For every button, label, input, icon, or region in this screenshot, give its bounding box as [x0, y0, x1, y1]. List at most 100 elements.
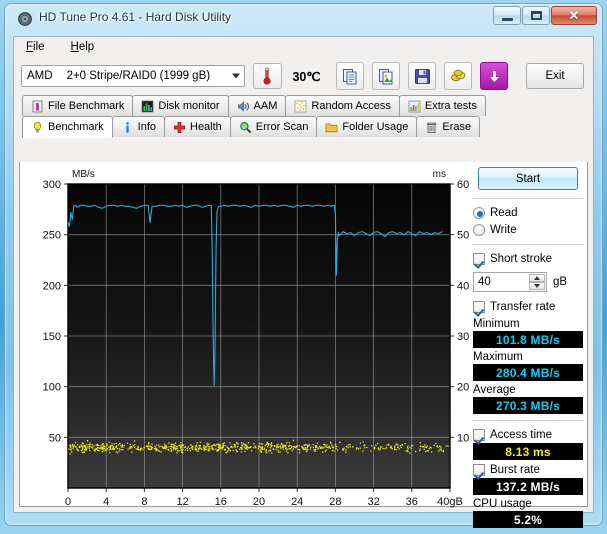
short-stroke-stepper[interactable] — [529, 274, 545, 290]
checkbox-access-time-label: Access time — [490, 428, 552, 441]
temperature-button[interactable] — [252, 63, 283, 89]
close-icon: ✕ — [568, 7, 580, 23]
save-button[interactable] — [408, 62, 437, 90]
divider — [473, 420, 583, 421]
tab-aam[interactable]: AAM — [227, 95, 287, 116]
tab-info[interactable]: Info — [111, 116, 165, 137]
close-button[interactable]: ✕ — [551, 6, 597, 25]
start-button[interactable]: Start — [478, 167, 578, 190]
tab-label: AAM — [253, 100, 278, 112]
panel-content: MB/s ms 50 100 150 200 250 300 10 20 30 40 50 60 0 4 8 12… — [20, 162, 587, 528]
download-button[interactable] — [480, 62, 509, 90]
client-area: File Help AMD 2+0 Stripe/RAID0 (1999 gB) — [13, 36, 594, 528]
toolbar: AMD 2+0 Stripe/RAID0 (1999 gB) 30℃ Exit — [14, 57, 593, 95]
tab-file-benchmark[interactable]: File Benchmark — [22, 95, 134, 116]
divider — [473, 198, 583, 199]
window-title: HD Tune Pro 4.61 - Hard Disk Utility — [39, 10, 232, 24]
drive-name: 2+0 Stripe/RAID0 (1999 gB) — [66, 70, 211, 82]
tab-extra-tests[interactable]: Extra tests — [398, 95, 486, 116]
app-icon — [17, 11, 33, 27]
drive-maker: AMD — [27, 70, 53, 82]
error-scan-magnifier-icon — [239, 121, 252, 134]
tab-benchmark[interactable]: Benchmark — [22, 116, 113, 138]
copy-image-icon — [378, 68, 393, 84]
menu-bar: File Help — [14, 37, 593, 57]
tab-random-access[interactable]: Random Access — [285, 95, 400, 116]
burst-rate-value: 137.2 MB/s — [473, 478, 583, 495]
random-access-icon — [294, 100, 307, 113]
copy-image-button[interactable] — [372, 62, 401, 90]
checkbox-short-stroke[interactable]: Short stroke — [473, 250, 583, 267]
desktop-background: HD Tune Pro 4.61 - Hard Disk Utility ✕ F… — [0, 0, 607, 534]
checkbox-short-stroke-icon — [473, 252, 485, 265]
checkbox-access-time[interactable]: Access time — [473, 426, 583, 443]
checkbox-transfer-rate-icon — [473, 300, 485, 313]
stepper-down[interactable] — [529, 282, 545, 290]
tab-erase[interactable]: Erase — [416, 116, 481, 137]
tab-folder-usage[interactable]: Folder Usage — [316, 116, 418, 137]
svg-text:12: 12 — [176, 496, 188, 508]
svg-text:32: 32 — [367, 496, 379, 508]
disk-monitor-icon — [141, 100, 154, 113]
svg-text:250: 250 — [43, 230, 61, 242]
svg-text:16: 16 — [215, 496, 227, 508]
tab-label: Folder Usage — [342, 121, 409, 133]
tab-label: Erase — [442, 121, 472, 133]
tab-health[interactable]: Health — [164, 116, 231, 137]
maximum-label: Maximum — [473, 351, 523, 363]
info-icon — [121, 121, 134, 134]
checkbox-short-stroke-label: Short stroke — [490, 252, 552, 265]
tab-error-scan[interactable]: Error Scan — [229, 116, 318, 137]
checkbox-burst-rate[interactable]: Burst rate — [473, 461, 583, 478]
svg-text:24: 24 — [291, 496, 303, 508]
radio-read[interactable]: Read — [473, 204, 583, 221]
average-label: Average — [473, 384, 516, 396]
radio-read-icon — [473, 206, 485, 219]
radio-write-icon — [473, 223, 485, 236]
tab-strip: File Benchmark Disk monitor AAM Random A… — [14, 95, 593, 139]
window-frame: HD Tune Pro 4.61 - Hard Disk Utility ✕ F… — [4, 3, 603, 528]
menu-file-label-rest: ile — [33, 41, 45, 53]
radio-write[interactable]: Write — [473, 221, 583, 238]
minimize-button[interactable] — [493, 6, 521, 25]
average-value: 270.3 MB/s — [473, 397, 583, 414]
benchmark-controls: Start Read Write Short stroke 40 gB Tran… — [473, 167, 583, 529]
tab-label: Benchmark — [48, 121, 104, 133]
menu-file[interactable]: File — [22, 40, 49, 57]
short-stroke-input[interactable]: 40 — [473, 272, 547, 292]
drive-selector[interactable]: AMD 2+0 Stripe/RAID0 (1999 gB) — [21, 65, 245, 87]
minimize-icon — [501, 17, 513, 21]
svg-text:40: 40 — [457, 280, 469, 292]
svg-text:MB/s: MB/s — [72, 169, 95, 180]
extra-tests-icon — [408, 100, 421, 113]
checkbox-transfer-rate[interactable]: Transfer rate — [473, 298, 583, 315]
checkbox-burst-rate-icon — [473, 463, 485, 476]
options-icon — [450, 69, 466, 81]
svg-text:50: 50 — [457, 230, 469, 242]
cpu-usage-label: CPU usage — [473, 498, 532, 510]
tab-label: Extra tests — [424, 100, 477, 112]
cpu-usage-value: 5.2% — [473, 511, 583, 528]
thermometer-icon — [263, 67, 271, 85]
divider — [473, 244, 583, 245]
exit-button[interactable]: Exit — [526, 63, 584, 89]
stepper-up[interactable] — [529, 274, 545, 282]
svg-text:200: 200 — [43, 280, 61, 292]
chart-canvas: MB/s ms 50 100 150 200 250 300 10 20 30 40 50 60 0 4 8 12… — [43, 169, 470, 508]
svg-text:28: 28 — [329, 496, 341, 508]
folder-usage-icon — [325, 121, 338, 134]
options-button[interactable] — [444, 62, 473, 90]
benchmark-bulb-icon — [31, 121, 44, 134]
menu-help[interactable]: Help — [67, 40, 99, 57]
svg-text:8: 8 — [141, 496, 147, 508]
maximize-button[interactable] — [522, 6, 550, 25]
checkbox-burst-rate-label: Burst rate — [490, 463, 540, 476]
temperature-value: 30℃ — [292, 69, 321, 84]
tab-disk-monitor[interactable]: Disk monitor — [132, 95, 229, 116]
maximize-icon — [530, 11, 542, 20]
svg-text:0: 0 — [65, 496, 71, 508]
minimum-value: 101.8 MB/s — [473, 331, 583, 348]
minimum-label: Minimum — [473, 318, 520, 330]
svg-text:150: 150 — [43, 331, 61, 343]
copy-button[interactable] — [336, 62, 365, 90]
